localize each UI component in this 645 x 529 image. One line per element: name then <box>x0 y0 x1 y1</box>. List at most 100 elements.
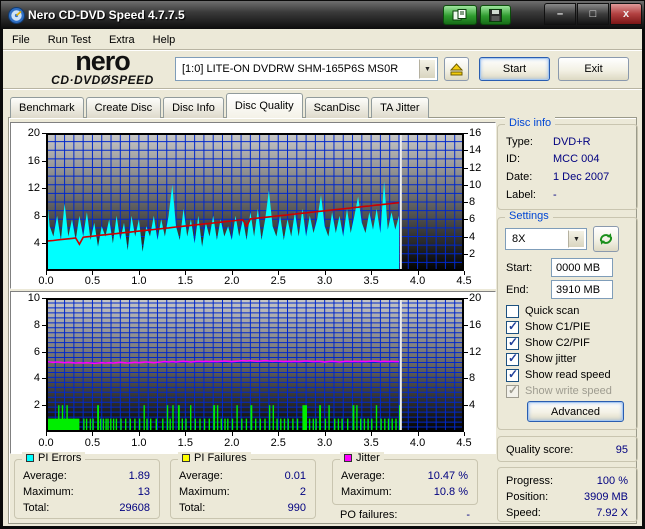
window-title: Nero CD-DVD Speed 4.7.7.5 <box>28 8 185 22</box>
tab-disc-info[interactable]: Disc Info <box>163 97 224 118</box>
total-label: Total: <box>179 501 206 514</box>
checkbox-show-read-speed[interactable]: ✓ Show read speed <box>506 367 611 382</box>
chevron-down-icon[interactable]: ▼ <box>419 59 436 79</box>
start-button[interactable]: Start <box>479 57 550 81</box>
maximum-label: Maximum: <box>341 485 392 498</box>
disc-type-label: Type: <box>506 135 533 148</box>
axis-tick-label: 16 <box>469 127 482 139</box>
drive-selector-combobox[interactable]: [1:0] LITE-ON DVDRW SHM-165P6S MS0R ▼ <box>175 57 438 81</box>
axis-tick-mark <box>464 202 468 203</box>
eject-button[interactable] <box>444 57 469 81</box>
axis-tick-mark <box>92 432 94 436</box>
checkbox-label: Show jitter <box>525 353 577 365</box>
average-value: 1.89 <box>128 469 150 482</box>
cdnvd-speed-logo-text: CD·DVDØSPEED <box>51 73 154 87</box>
axis-tick-label: 8 <box>33 318 40 331</box>
checkbox-box[interactable]: ✓ <box>506 335 519 350</box>
axis-tick-mark <box>464 150 468 152</box>
average-value: 0.01 <box>284 469 306 482</box>
start-button-label: Start <box>502 63 527 75</box>
end-position-field[interactable]: 3910 MB <box>551 280 613 299</box>
axis-tick-mark <box>42 378 46 380</box>
axis-tick-label: 12 <box>27 182 40 195</box>
scan-speed-value: 8X <box>512 233 526 245</box>
axis-tick-mark <box>278 271 280 275</box>
axis-tick-label: 4 <box>469 399 476 412</box>
close-button[interactable]: x <box>610 3 642 25</box>
checkbox-box[interactable]: ✓ <box>506 351 519 366</box>
axis-tick-mark <box>464 351 468 353</box>
axis-tick-label: 0.0 <box>38 275 54 287</box>
checkbox-show-jitter[interactable]: ✓ Show jitter <box>506 351 577 366</box>
axis-tick-mark <box>464 219 468 221</box>
tab-strip: Benchmark Create Disc Disc Info Disc Qua… <box>10 93 431 118</box>
tab-create-disc[interactable]: Create Disc <box>85 97 162 118</box>
nero-logo-text: nero <box>75 46 131 76</box>
axis-tick-mark <box>464 405 468 407</box>
average-label: Average: <box>341 469 385 482</box>
drive-selector-value: [1:0] LITE-ON DVDRW SHM-165P6S MS0R <box>182 63 399 75</box>
axis-tick-label: 2 <box>33 399 40 412</box>
checkbox-box[interactable]: ✓ <box>506 319 519 334</box>
axis-tick-mark <box>464 236 468 238</box>
app-icon <box>8 7 25 24</box>
exit-button[interactable]: Exit <box>558 57 629 81</box>
checkbox-box[interactable]: ✓ <box>506 367 519 382</box>
checkbox-box[interactable]: ✓ <box>506 304 519 318</box>
start-position-label: Start: <box>506 261 533 274</box>
axis-tick-mark <box>464 298 468 299</box>
axis-tick-mark <box>417 432 419 436</box>
titlebar-document-button[interactable] <box>443 5 477 25</box>
application-window: Nero CD-DVD Speed 4.7.7.5 – □ x File Run… <box>0 0 645 529</box>
start-position-field[interactable]: 0000 MB <box>551 258 613 277</box>
axis-tick-mark <box>42 215 46 217</box>
axis-tick-label: 2.0 <box>224 275 240 287</box>
advanced-button[interactable]: Advanced <box>527 401 624 422</box>
axis-tick-mark <box>417 271 419 275</box>
axis-tick-mark <box>231 271 233 275</box>
settings-title: Settings <box>505 210 553 222</box>
checkbox-show-c1-pie[interactable]: ✓ Show C1/PIE <box>506 319 590 334</box>
refresh-button[interactable] <box>593 226 619 252</box>
tab-scandisc[interactable]: ScanDisc <box>304 97 370 118</box>
pi-errors-legend: PI Errors <box>22 452 86 464</box>
axis-tick-label: 8 <box>469 196 476 208</box>
scan-speed-combobox[interactable]: 8X ▼ <box>505 228 587 250</box>
disc-id-value: MCC 004 <box>553 152 600 165</box>
menu-file[interactable]: File <box>3 32 39 48</box>
eject-icon <box>449 62 464 75</box>
titlebar-save-button[interactable] <box>480 5 511 25</box>
tab-ta-jitter[interactable]: TA Jitter <box>371 97 429 118</box>
minimize-button[interactable]: – <box>544 3 576 25</box>
progress-value: 100 % <box>596 474 628 487</box>
jitter-swatch <box>344 454 352 462</box>
maximize-button[interactable]: □ <box>577 3 609 25</box>
start-position-value: 0000 MB <box>556 261 601 274</box>
chevron-down-icon[interactable]: ▼ <box>568 230 585 248</box>
checkbox-label: Show write speed <box>525 385 612 397</box>
disc-info-groupbox: Disc info Type: DVD+R ID: MCC 004 Date: 1 D… <box>497 117 638 210</box>
checkbox-show-c2-pif[interactable]: ✓ Show C2/PIF <box>506 335 590 350</box>
axis-tick-label: 12 <box>469 345 482 358</box>
axis-tick-label: 3.0 <box>317 275 333 287</box>
axis-tick-label: 4.5 <box>456 437 472 449</box>
axis-tick-label: 6 <box>33 345 40 358</box>
axis-tick-label: 1.0 <box>131 275 147 287</box>
average-label: Average: <box>23 469 67 482</box>
checkbox-label: Show read speed <box>525 369 611 381</box>
axis-tick-label: 2.0 <box>224 437 240 449</box>
menu-help[interactable]: Help <box>144 32 185 48</box>
axis-tick-mark <box>371 432 373 436</box>
checkbox-quick-scan[interactable]: ✓ Quick scan <box>506 304 579 318</box>
axis-tick-mark <box>42 133 46 134</box>
axis-tick-label: 10 <box>27 292 40 304</box>
pi-errors-stats-box: PI Errors Average: 1.89 Maximum: 13 Total:… <box>14 452 160 519</box>
quality-score-value: 95 <box>615 443 628 456</box>
document-icon <box>452 9 467 21</box>
refresh-icon <box>599 233 613 245</box>
tab-benchmark[interactable]: Benchmark <box>10 97 84 118</box>
axis-tick-label: 1.5 <box>177 437 193 449</box>
axis-tick-label: 6 <box>469 213 476 226</box>
tab-disc-quality[interactable]: Disc Quality <box>225 93 303 118</box>
checkbox-label: Quick scan <box>525 305 580 317</box>
